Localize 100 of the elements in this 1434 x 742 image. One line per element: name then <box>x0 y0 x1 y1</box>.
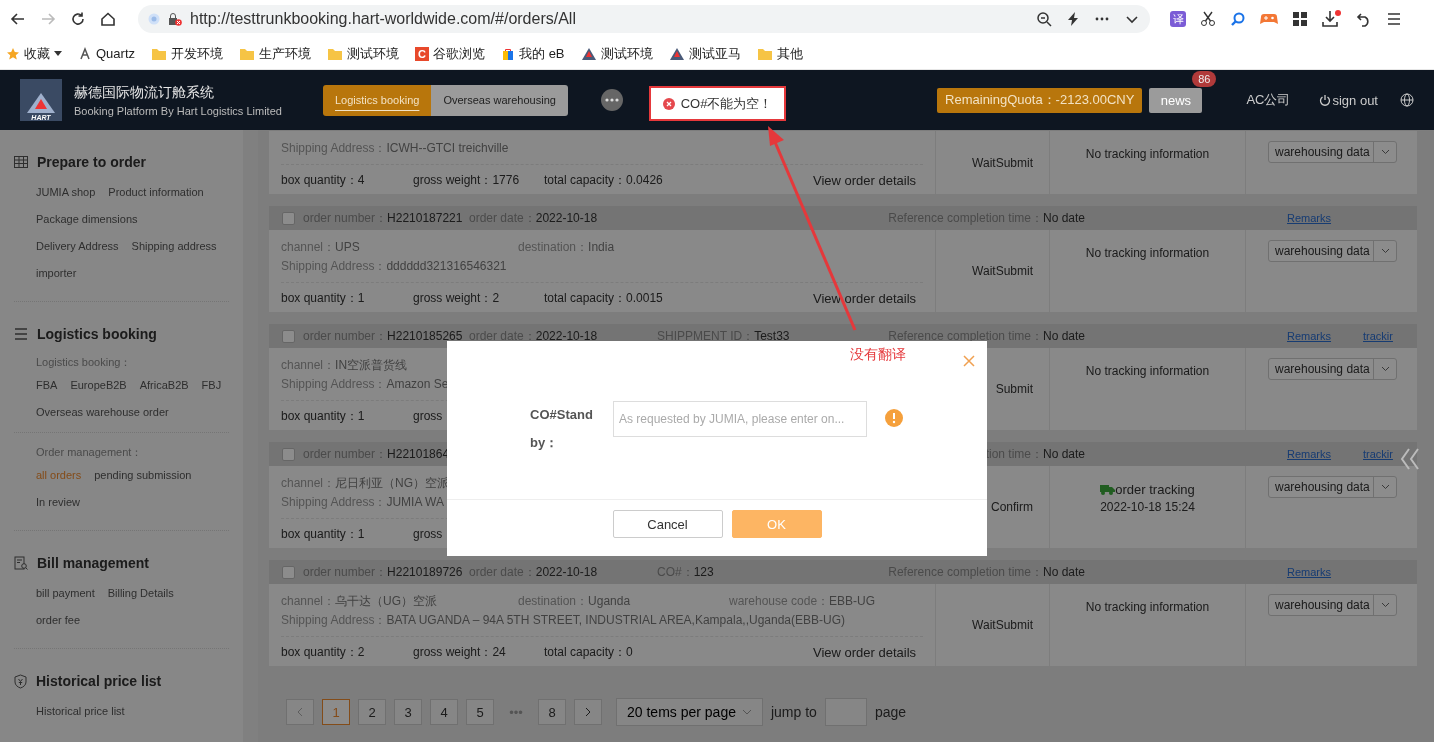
close-icon <box>963 355 975 367</box>
undo-icon[interactable] <box>1356 11 1372 27</box>
nav-tab[interactable]: Overseas warehousing <box>431 84 568 116</box>
sidebar-item[interactable]: Package dimensions <box>36 206 138 233</box>
warehousing-data-select[interactable]: warehousing data <box>1268 358 1397 380</box>
checkbox[interactable] <box>282 565 295 579</box>
view-details-link[interactable]: View order details <box>813 639 917 666</box>
sidebar-item[interactable]: importer <box>36 260 77 287</box>
sidebar-item[interactable]: Delivery Address <box>36 233 119 260</box>
back-icon[interactable] <box>10 11 26 27</box>
company-name[interactable]: AC公司 <box>1246 91 1291 109</box>
sidebar-item[interactable]: EuropeB2B <box>70 372 127 399</box>
field-value: No date <box>1043 565 1087 579</box>
bookmark[interactable]: 谷歌浏览 <box>433 44 485 63</box>
caret-icon[interactable] <box>54 50 62 57</box>
more-button[interactable] <box>600 89 623 111</box>
sidebar-item[interactable]: Overseas warehouse order <box>36 399 169 426</box>
link[interactable]: Remarks <box>1287 212 1363 224</box>
bookmark[interactable]: 收藏 <box>24 44 50 63</box>
scissors-icon[interactable] <box>1200 11 1216 27</box>
folder-icon <box>239 46 255 61</box>
home-icon[interactable] <box>100 11 116 27</box>
tracking-time: 2022-10-18 15:24 <box>1100 500 1195 514</box>
sidebar-item[interactable]: Billing Details <box>107 580 174 607</box>
sidebar-item[interactable]: FBA <box>36 372 58 399</box>
bookmark[interactable]: 开发环境 <box>171 44 223 63</box>
page-button[interactable]: 4 <box>430 699 458 725</box>
grid-icon[interactable] <box>1292 11 1308 27</box>
menu-icon[interactable] <box>1386 11 1402 27</box>
page-button[interactable]: 2 <box>358 699 386 725</box>
view-details-link[interactable]: View order details <box>813 285 917 312</box>
chevron-down-icon <box>1380 366 1390 372</box>
warehousing-data-select[interactable]: warehousing data <box>1268 141 1397 163</box>
sidebar-item[interactable]: In review <box>36 489 81 516</box>
sidebar-item[interactable]: bill payment <box>36 580 95 607</box>
bookmark[interactable]: Quartz <box>96 46 135 61</box>
bookmark[interactable]: 其他 <box>776 44 803 63</box>
order-detail: box quantity：4 <box>281 172 366 189</box>
sidebar-item[interactable]: order fee <box>36 607 81 634</box>
bookmark[interactable]: 测试环境 <box>600 44 653 63</box>
bookmark[interactable]: 我的 eB <box>519 44 565 63</box>
nav-tab[interactable]: Logistics booking <box>323 84 432 116</box>
table-icon <box>14 156 28 168</box>
page-size-select[interactable]: 20 tems per page <box>616 698 763 726</box>
link[interactable]: Remarks <box>1287 566 1363 578</box>
bookmark[interactable]: 测试亚马 <box>688 44 741 63</box>
view-details-link[interactable]: View order details <box>813 167 917 194</box>
sign-out-button[interactable]: sign out <box>1319 92 1378 108</box>
sidebar-item[interactable]: Product information <box>108 179 204 206</box>
field-value: No date <box>1043 329 1087 343</box>
translate-extension[interactable]: 译 <box>1170 11 1186 27</box>
order-detail: gross weight：2 <box>413 290 501 307</box>
link[interactable]: Remarks <box>1287 330 1363 342</box>
field-label: CO#Stand by： <box>530 406 594 452</box>
sidebar-item[interactable]: Historical price list <box>36 698 125 725</box>
order-detail: box quantity：1 <box>281 408 366 425</box>
link[interactable]: trackir <box>1363 448 1417 460</box>
link[interactable]: Remarks <box>1287 448 1363 460</box>
truck-icon <box>1100 484 1116 495</box>
link[interactable]: trackir <box>1363 330 1417 342</box>
folder-icon <box>151 46 167 61</box>
sidebar-item[interactable]: AfricaB2B <box>139 372 189 399</box>
checkbox[interactable] <box>282 329 295 343</box>
warehousing-data-select[interactable]: warehousing data <box>1268 594 1397 616</box>
download-icon[interactable] <box>1322 10 1342 28</box>
order-detail: gross weight：1776 <box>413 172 521 189</box>
sidebar-item[interactable]: FBJ <box>201 372 222 399</box>
order-detail: box quantity：1 <box>281 290 366 307</box>
co-input-field[interactable]: As requested by JUMIA, please enter on... <box>613 401 867 437</box>
address-bar[interactable]: http://testtrunkbooking.hart-worldwide.com/#/orders/All <box>138 5 1150 33</box>
cancel-button[interactable]: Cancel <box>612 510 723 538</box>
url-text: http://testtrunkbooking.hart-worldwide.com/#/orders/All <box>190 10 577 28</box>
lightning-icon[interactable] <box>1066 11 1080 27</box>
sidebar-item[interactable]: JUMIA shop <box>36 179 96 206</box>
sidebar-item[interactable]: pending submission <box>94 462 192 489</box>
bookmark[interactable]: 测试环境 <box>347 44 399 63</box>
order-tracking-link[interactable]: order tracking <box>1115 482 1195 497</box>
gamepad-icon[interactable] <box>1260 12 1278 26</box>
page-label: page <box>874 704 907 720</box>
sidebar-item[interactable]: Shipping address <box>131 233 217 260</box>
order-detail: total capacity：0.0015 <box>544 290 664 307</box>
page-button[interactable]: 5 <box>466 699 494 725</box>
globe-icon[interactable] <box>1400 93 1414 107</box>
page-button[interactable]: 8 <box>538 699 566 725</box>
order-status: Confirm <box>991 500 1033 514</box>
tracking-info: No tracking information <box>1085 364 1210 378</box>
app-title: 赫德国际物流订舱系统 <box>74 83 215 102</box>
checkbox[interactable] <box>282 211 295 225</box>
triangle-logo-icon <box>580 46 597 61</box>
bookmark[interactable]: 生产环境 <box>259 44 311 63</box>
triangle-logo-icon <box>26 92 56 114</box>
news-button[interactable]: news <box>1149 87 1203 113</box>
search-icon[interactable] <box>1230 11 1246 27</box>
order-status: WaitSubmit <box>972 264 1033 278</box>
warehousing-data-select[interactable]: warehousing data <box>1268 476 1397 498</box>
zoom-icon[interactable] <box>1036 11 1052 27</box>
warehousing-data-select[interactable]: warehousing data <box>1268 240 1397 262</box>
reload-icon[interactable] <box>70 11 86 27</box>
page-button[interactable]: 3 <box>394 699 422 725</box>
checkbox[interactable] <box>282 447 295 461</box>
